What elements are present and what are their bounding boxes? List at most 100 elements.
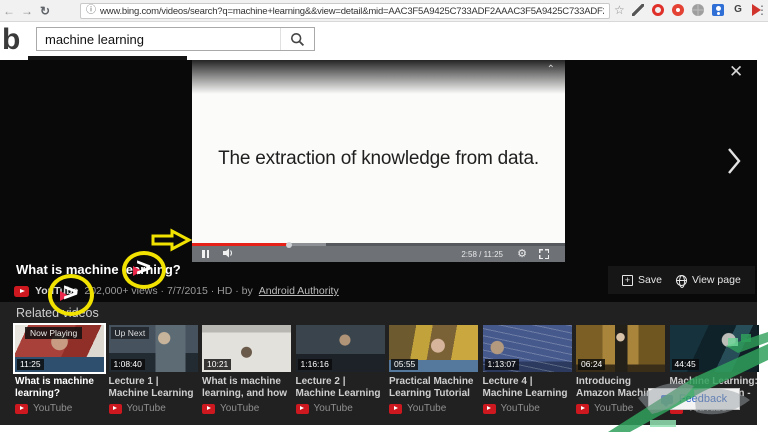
related-video-card[interactable]: 10:21 What is machine learning, and how … <box>202 325 291 414</box>
video-thumbnail: 1:13:07 <box>483 325 572 372</box>
forward-button[interactable]: → <box>18 1 36 21</box>
bing-video-page: ← → ↻ ⓘ www.bing.com/videos/search?q=mac… <box>0 0 768 432</box>
youtube-play-icon <box>202 404 215 414</box>
bing-logo[interactable]: b <box>2 24 20 56</box>
related-video-title: What is machine learning? <box>15 376 104 400</box>
video-thumbnail: Up Next 1:08:40 <box>109 325 198 372</box>
search-icon <box>290 32 305 47</box>
youtube-play-icon <box>296 404 309 414</box>
related-video-card[interactable]: 05:55 Practical Machine Learning Tutoria… <box>389 325 478 414</box>
pocket-extension-icon[interactable] <box>672 4 684 16</box>
feedback-button[interactable]: Feedback <box>648 388 740 410</box>
duration-badge: 10:21 <box>204 359 231 370</box>
page-info-icon[interactable]: ⓘ <box>86 4 96 18</box>
opera-extension-icon[interactable] <box>652 4 664 16</box>
related-video-source: YouTube <box>220 403 259 414</box>
search-input[interactable] <box>37 32 280 47</box>
related-videos-section: Related videos Now Playing 11:25 What is… <box>0 302 757 425</box>
reload-button[interactable]: ↻ <box>36 1 54 21</box>
youtube-play-icon <box>14 286 29 297</box>
duration-badge: 1:08:40 <box>111 359 145 370</box>
video-caption-text: The extraction of knowledge from data. <box>192 148 565 170</box>
eyedropper-extension-icon[interactable] <box>632 4 644 16</box>
related-video-source: YouTube <box>127 403 166 414</box>
related-videos-heading: Related videos <box>16 306 99 320</box>
youtube-play-icon <box>483 404 496 414</box>
bing-header: b <box>0 22 768 60</box>
progress-played <box>192 243 289 246</box>
feedback-label: Feedback <box>679 393 727 405</box>
duration-badge: 1:13:07 <box>485 359 519 370</box>
duration-badge: 05:55 <box>391 359 418 370</box>
youtube-play-icon <box>576 404 589 414</box>
progress-buffered <box>289 243 326 246</box>
view-page-button[interactable]: View page <box>676 274 741 286</box>
youtube-play-icon <box>15 404 28 414</box>
video-thumbnail: 05:55 <box>389 325 478 372</box>
duration-badge: 1:16:16 <box>298 359 332 370</box>
video-title: What is machine learning? <box>16 262 181 277</box>
related-video-card[interactable]: 1:16:16 Lecture 2 | Machine Learning (St… <box>296 325 385 414</box>
youtube-play-icon <box>389 404 402 414</box>
duration-badge: 11:25 <box>17 359 44 370</box>
extension-icons: G <box>632 4 761 16</box>
settings-gear-icon[interactable]: ⚙ <box>517 247 527 260</box>
browser-menu-icon[interactable]: ⋮ <box>756 3 768 17</box>
grammar-extension-icon[interactable]: G <box>732 4 744 16</box>
related-video-source: YouTube <box>594 403 633 414</box>
video-detail-overlay: ✕ ⌃ The extraction of knowledge from dat… <box>0 60 757 302</box>
player-top-gradient <box>192 60 565 94</box>
browser-toolbar: ← → ↻ ⓘ www.bing.com/videos/search?q=mac… <box>0 0 768 22</box>
time-display: 2:58 / 11:25 <box>461 250 503 259</box>
related-video-source: YouTube <box>314 403 353 414</box>
related-video-card[interactable]: Now Playing 11:25 What is machine learni… <box>15 325 104 414</box>
youtube-play-icon <box>109 404 122 414</box>
up-next-badge: Up Next <box>111 327 150 339</box>
player-control-bar: 2:58 / 11:25 ⚙ <box>192 246 565 262</box>
related-video-title: Lecture 2 | Machine Learning (Stanford) <box>296 376 385 400</box>
related-video-source: YouTube <box>501 403 540 414</box>
globe-icon <box>676 275 687 286</box>
duration-badge: 44:45 <box>672 359 699 370</box>
video-thumbnail: 06:24 <box>576 325 665 372</box>
volume-icon[interactable] <box>223 245 235 263</box>
related-videos-row: Now Playing 11:25 What is machine learni… <box>15 325 759 414</box>
related-video-source: YouTube <box>407 403 446 414</box>
video-player[interactable]: ⌃ The extraction of knowledge from data.… <box>192 60 565 262</box>
close-icon[interactable]: ✕ <box>729 62 743 82</box>
related-video-source: YouTube <box>33 403 72 414</box>
related-video-title: What is machine learning, and how does i… <box>202 376 291 400</box>
related-video-title: Practical Machine Learning Tutorial with <box>389 376 478 400</box>
related-video-title: Lecture 1 | Machine Learning (Stanford) <box>109 376 198 400</box>
search-box <box>36 27 315 51</box>
related-video-card[interactable]: 1:13:07 Lecture 4 | Machine Learning (St… <box>483 325 572 414</box>
account-extension-icon[interactable] <box>712 4 724 16</box>
search-button[interactable] <box>280 28 314 50</box>
pause-button[interactable] <box>202 250 209 258</box>
related-video-title: Lecture 4 | Machine Learning (Stanford) <box>483 376 572 400</box>
address-bar[interactable]: ⓘ www.bing.com/videos/search?q=machine+l… <box>80 3 610 19</box>
progress-playhead[interactable] <box>286 242 292 248</box>
video-thumbnail: 1:16:16 <box>296 325 385 372</box>
globe-extension-icon[interactable] <box>692 4 704 16</box>
bookmark-star-icon[interactable]: ☆ <box>614 3 625 17</box>
save-plus-icon: + <box>622 275 633 286</box>
next-video-chevron-icon[interactable] <box>726 146 742 181</box>
back-button[interactable]: ← <box>0 1 18 21</box>
video-thumbnail: 44:45 <box>670 325 759 372</box>
fullscreen-icon[interactable] <box>539 249 549 259</box>
save-label: Save <box>638 274 662 286</box>
duration-badge: 06:24 <box>578 359 605 370</box>
view-page-label: View page <box>692 274 741 286</box>
video-thumbnail: 10:21 <box>202 325 291 372</box>
progress-bar[interactable] <box>192 243 565 246</box>
now-playing-badge: Now Playing <box>25 327 82 339</box>
related-video-card[interactable]: Up Next 1:08:40 Lecture 1 | Machine Lear… <box>109 325 198 414</box>
save-button[interactable]: + Save <box>622 274 662 286</box>
url-text: www.bing.com/videos/search?q=machine+lea… <box>100 6 604 17</box>
video-meta-text: 202,000+ views · 7/7/2015 · HD · by <box>84 285 252 297</box>
collapse-arrow-icon[interactable]: ⌃ <box>547 64 555 75</box>
video-thumbnail: Now Playing 11:25 <box>15 325 104 372</box>
author-link[interactable]: Android Authority <box>259 285 339 297</box>
action-bar: + Save View page <box>608 266 755 294</box>
